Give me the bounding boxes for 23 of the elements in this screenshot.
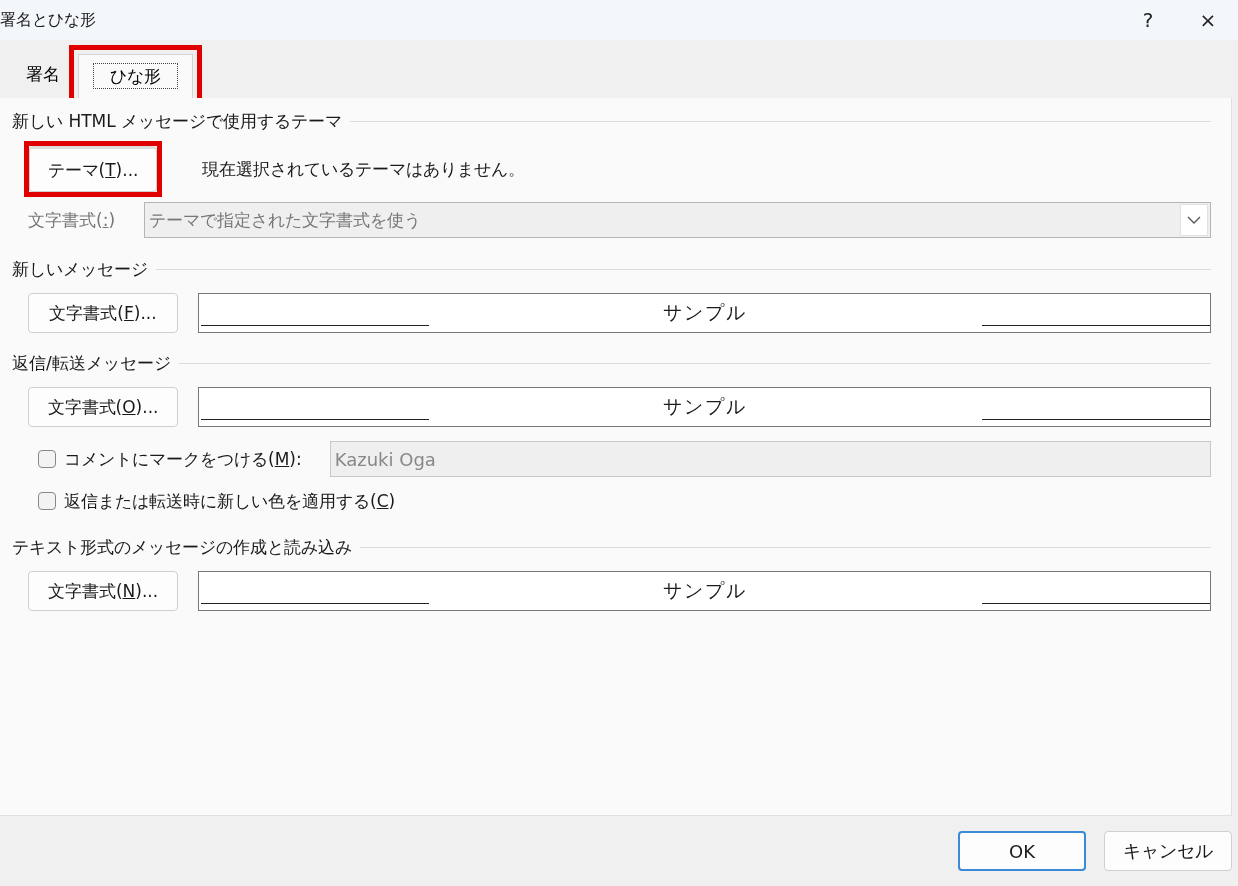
sample-text: サンプル [661,578,748,603]
theme-status: 現在選択されているテーマはありません。 [202,157,525,181]
font-button[interactable]: 文字書式(F)... [28,293,178,333]
theme-button[interactable]: テーマ(T)... [29,146,157,192]
group-heading: 新しいメッセージ [12,257,148,281]
field-label: 文字書式(:) [28,208,116,232]
checkbox-label: コメントにマークをつける(M): [64,447,302,471]
close-button[interactable]: × [1178,0,1238,40]
sample-text: サンプル [661,300,748,325]
group-heading: テキスト形式のメッセージの作成と読み込み [12,535,352,559]
checkbox[interactable] [38,492,56,510]
ok-button[interactable]: OK [958,831,1086,871]
font-button[interactable]: 文字書式(N)... [28,571,178,611]
checkbox[interactable] [38,450,56,468]
tab[interactable]: 署名 [12,54,74,94]
font-button[interactable]: 文字書式(O)... [28,387,178,427]
window-title: 署名とひな形 [0,9,97,31]
checkbox-label: 返信または転送時に新しい色を適用する(C) [64,489,396,513]
sample-text: サンプル [661,394,748,419]
cancel-button[interactable]: キャンセル [1104,831,1232,871]
help-button[interactable]: ? [1118,0,1178,40]
group-heading: 返信/転送メッセージ [12,351,171,375]
group-heading: 新しい HTML メッセージで使用するテーマ [12,109,343,133]
